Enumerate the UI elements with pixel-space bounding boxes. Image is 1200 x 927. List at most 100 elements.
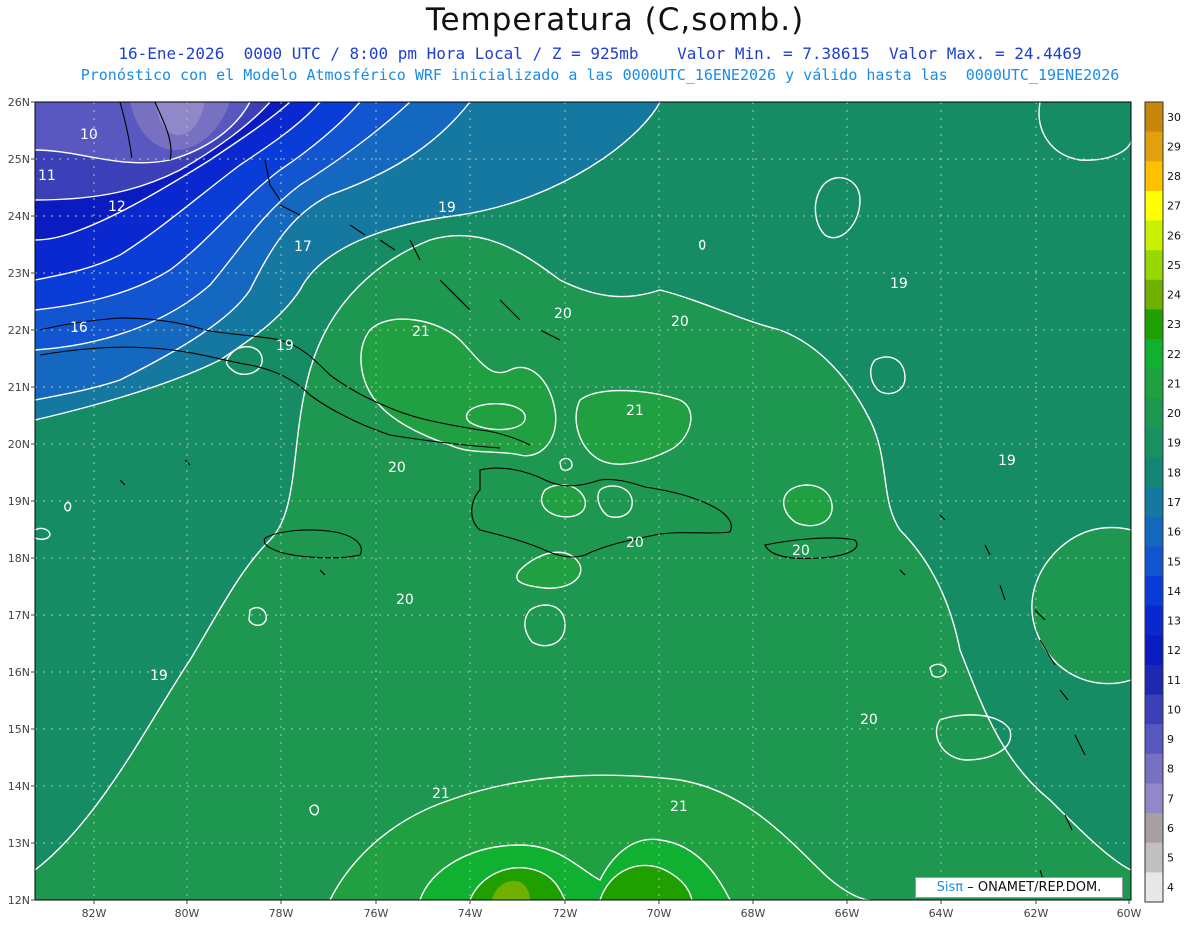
lon-tick-label: 64W — [929, 907, 954, 920]
colorbar-swatch — [1145, 250, 1163, 281]
lat-tick-label: 26N — [8, 96, 30, 109]
colorbar-label: 13 — [1167, 615, 1181, 628]
temperature-map: 10 11 12 17 19 16 19 21 20 20 21 19 20 1… — [8, 96, 1181, 920]
lon-tick-label: 62W — [1024, 907, 1049, 920]
colorbar-swatch — [1145, 161, 1163, 192]
contour-label: 19 — [438, 200, 456, 216]
lon-tick-label: 70W — [647, 907, 672, 920]
colorbar-swatch — [1145, 131, 1163, 162]
colorbar-swatch — [1145, 368, 1163, 399]
colorbar-label: 19 — [1167, 437, 1181, 450]
latitude-axis: 26N 25N 24N 23N 22N 21N 20N 19N 18N 17N 16N 15N 14N 1… — [8, 96, 35, 907]
map-plot-area: 10 11 12 17 19 16 19 21 20 20 21 19 20 1… — [35, 102, 1131, 900]
contour-label: 20 — [388, 460, 406, 476]
colorbar-swatch — [1145, 724, 1163, 755]
colorbar-label: 26 — [1167, 229, 1181, 242]
lon-tick-label: 78W — [269, 907, 294, 920]
colorbar-swatch — [1145, 102, 1163, 133]
colorbar-label: 29 — [1167, 140, 1181, 153]
colorbar-swatch — [1145, 220, 1163, 251]
credit-text: – ONAMET/REP.DOM. — [967, 880, 1102, 895]
colorbar-label: 27 — [1167, 200, 1181, 213]
lon-tick-label: 60W — [1117, 907, 1142, 920]
lon-tick-label: 66W — [835, 907, 860, 920]
contour-label: 21 — [670, 799, 688, 815]
lat-tick-label: 23N — [8, 267, 30, 280]
contour-label: 19 — [150, 668, 168, 684]
colorbar: 30 29 28 27 26 25 24 23 22 21 20 19 18 17 16 15 14 13 12 11… — [1144, 101, 1181, 903]
contour-label: 20 — [554, 306, 572, 322]
lat-tick-label: 16N — [8, 666, 30, 679]
lat-tick-label: 14N — [8, 780, 30, 793]
colorbar-label: 17 — [1167, 496, 1181, 509]
lon-tick-label: 68W — [741, 907, 766, 920]
colorbar-swatch — [1145, 309, 1163, 340]
colorbar-label: 18 — [1167, 466, 1181, 479]
colorbar-label: 25 — [1167, 259, 1181, 272]
colorbar-swatch — [1145, 398, 1163, 429]
colorbar-swatch — [1145, 664, 1163, 696]
contour-label: 20 — [792, 543, 810, 559]
colorbar-swatch — [1145, 783, 1163, 814]
colorbar-swatch — [1145, 546, 1163, 577]
colorbar-swatch — [1145, 605, 1163, 636]
contour-label: 20 — [671, 314, 689, 330]
lat-tick-label: 12N — [8, 894, 30, 907]
contour-label: 16 — [70, 320, 88, 336]
lat-tick-label: 20N — [8, 438, 30, 451]
lat-tick-label: 24N — [8, 210, 30, 223]
lat-tick-label: 13N — [8, 837, 30, 850]
contour-label: 11 — [38, 168, 56, 184]
lon-tick-label: 72W — [553, 907, 578, 920]
colorbar-label: 21 — [1167, 377, 1181, 390]
colorbar-swatch — [1145, 753, 1163, 784]
colorbar-label: 9 — [1167, 733, 1174, 746]
colorbar-swatch — [1145, 487, 1163, 518]
colorbar-label: 24 — [1167, 289, 1181, 302]
colorbar-swatch — [1145, 842, 1163, 873]
colorbar-label: 11 — [1167, 674, 1181, 687]
contour-label: 12 — [108, 199, 126, 215]
colorbar-swatch — [1145, 694, 1163, 725]
contour-label: 21 — [432, 786, 450, 802]
colorbar-swatch — [1145, 457, 1163, 488]
colorbar-label: 28 — [1167, 170, 1181, 183]
contour-label: 20 — [860, 712, 878, 728]
lat-tick-label: 15N — [8, 723, 30, 736]
lat-tick-label: 17N — [8, 609, 30, 622]
colorbar-label: 10 — [1167, 703, 1181, 716]
contour-label: 21 — [412, 324, 430, 340]
colorbar-swatch — [1145, 576, 1163, 607]
colorbar-swatch — [1145, 339, 1163, 370]
contour-label: 20 — [626, 535, 644, 551]
colorbar-swatch — [1145, 279, 1163, 310]
lon-tick-label: 76W — [364, 907, 389, 920]
colorbar-label: 15 — [1167, 555, 1181, 568]
lon-tick-label: 80W — [175, 907, 200, 920]
colorbar-label: 23 — [1167, 318, 1181, 331]
colorbar-label: 16 — [1167, 526, 1181, 539]
contour-label: 21 — [626, 403, 644, 419]
credit-box: Sisπ – ONAMET/REP.DOM. — [915, 877, 1123, 898]
colorbar-label: 14 — [1167, 585, 1181, 598]
colorbar-label: 4 — [1167, 881, 1174, 894]
lat-tick-label: 22N — [8, 324, 30, 337]
colorbar-label: 7 — [1167, 792, 1174, 805]
colorbar-label: 6 — [1167, 822, 1174, 835]
colorbar-label: 30 — [1167, 111, 1181, 124]
credit-brand: Sisπ — [936, 880, 964, 895]
lon-tick-label: 74W — [458, 907, 483, 920]
colorbar-swatch — [1145, 635, 1163, 666]
lon-tick-label: 82W — [82, 907, 107, 920]
colorbar-swatch — [1145, 516, 1163, 547]
colorbar-label: 22 — [1167, 348, 1181, 361]
colorbar-label: 20 — [1167, 407, 1181, 420]
colorbar-swatch — [1145, 872, 1163, 903]
colorbar-label: 8 — [1167, 763, 1174, 776]
lat-tick-label: 19N — [8, 495, 30, 508]
contour-label: 19 — [998, 453, 1016, 469]
contour-label: 17 — [294, 239, 312, 255]
lat-tick-label: 18N — [8, 552, 30, 565]
colorbar-label: 5 — [1167, 852, 1174, 865]
lat-tick-label: 25N — [8, 153, 30, 166]
